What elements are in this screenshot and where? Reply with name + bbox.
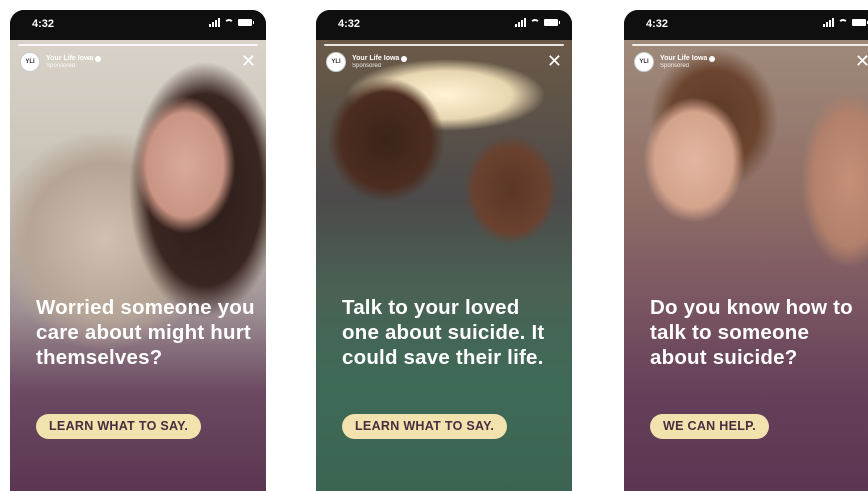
story-ad-phone-2: 4:32 YLI Your Life Iowa Sponsored ✕ Talk… bbox=[316, 10, 572, 491]
account-avatar[interactable]: YLI bbox=[326, 52, 346, 72]
wifi-icon bbox=[530, 18, 540, 27]
story-content[interactable]: YLI Your Life Iowa Sponsored ✕ Worried s… bbox=[10, 40, 266, 491]
story-ad-phone-3: 4:32 YLI Your Life Iowa Sponsored ✕ Do y… bbox=[624, 10, 868, 491]
ad-headline: Do you know how to talk to someone about… bbox=[650, 296, 853, 369]
cta-button[interactable]: LEARN WHAT TO SAY. bbox=[342, 414, 508, 439]
status-time: 4:32 bbox=[32, 18, 55, 30]
status-icons bbox=[823, 18, 868, 27]
status-bar: 4:32 bbox=[624, 10, 868, 40]
story-content[interactable]: YLI Your Life Iowa Sponsored ✕ Do you kn… bbox=[624, 40, 868, 491]
verified-badge-icon bbox=[401, 55, 408, 62]
status-icons bbox=[515, 18, 560, 27]
account-avatar[interactable]: YLI bbox=[634, 52, 654, 72]
signal-icon bbox=[209, 18, 220, 27]
signal-icon bbox=[823, 18, 834, 27]
story-progress-bar bbox=[18, 44, 258, 46]
status-time: 4:32 bbox=[338, 18, 361, 30]
ad-headline: Worried someone you care about might hur… bbox=[36, 296, 255, 369]
status-icons bbox=[209, 18, 254, 27]
verified-badge-icon bbox=[709, 55, 716, 62]
sponsored-label: Sponsored bbox=[352, 62, 382, 69]
story-header[interactable]: YLI Your Life Iowa Sponsored bbox=[20, 52, 102, 72]
signal-icon bbox=[515, 18, 526, 27]
status-time: 4:32 bbox=[646, 18, 669, 30]
account-name[interactable]: Your Life Iowa bbox=[46, 55, 93, 62]
status-bar: 4:32 bbox=[316, 10, 572, 40]
wifi-icon bbox=[838, 18, 848, 27]
battery-icon bbox=[544, 19, 560, 26]
close-icon[interactable]: ✕ bbox=[241, 52, 256, 70]
sponsored-label: Sponsored bbox=[660, 62, 690, 69]
battery-icon bbox=[852, 19, 868, 26]
verified-badge-icon bbox=[95, 55, 102, 62]
story-header[interactable]: YLI Your Life Iowa Sponsored bbox=[634, 52, 716, 72]
story-ad-phone-1: 4:32 YLI Your Life Iowa Sponsored ✕ Worr… bbox=[10, 10, 266, 491]
sponsored-label: Sponsored bbox=[46, 62, 76, 69]
story-progress-bar bbox=[324, 44, 564, 46]
account-avatar[interactable]: YLI bbox=[20, 52, 40, 72]
story-content[interactable]: YLI Your Life Iowa Sponsored ✕ Talk to y… bbox=[316, 40, 572, 491]
cta-button[interactable]: WE CAN HELP. bbox=[650, 414, 769, 439]
account-name[interactable]: Your Life Iowa bbox=[352, 55, 399, 62]
cta-button[interactable]: LEARN WHAT TO SAY. bbox=[36, 414, 202, 439]
battery-icon bbox=[238, 19, 254, 26]
status-bar: 4:32 bbox=[10, 10, 266, 40]
ad-headline: Talk to your loved one about suicide. It… bbox=[342, 296, 545, 369]
account-name[interactable]: Your Life Iowa bbox=[660, 55, 707, 62]
wifi-icon bbox=[224, 18, 234, 27]
close-icon[interactable]: ✕ bbox=[547, 52, 562, 70]
story-header[interactable]: YLI Your Life Iowa Sponsored bbox=[326, 52, 408, 72]
story-progress-bar bbox=[632, 44, 868, 46]
close-icon[interactable]: ✕ bbox=[855, 52, 868, 70]
